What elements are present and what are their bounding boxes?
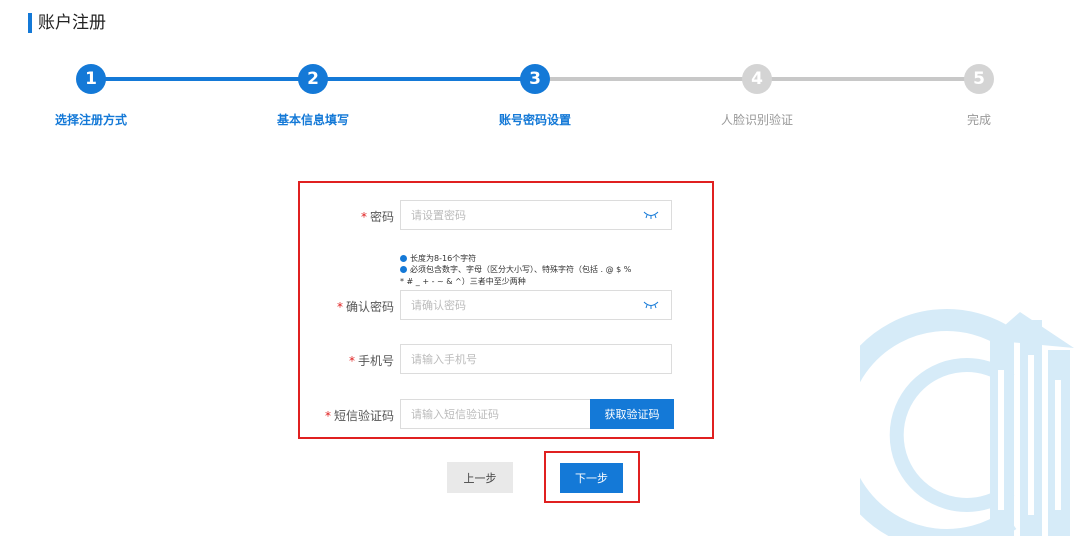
sms-code-field-box — [400, 399, 591, 429]
page-title: 账户注册 — [38, 13, 106, 33]
password-field-box — [400, 200, 672, 230]
step-connector-1 — [105, 77, 299, 81]
password-hint-2-text: 必须包含数字、字母（区分大小写）、特殊字符（包括 . @ $ % — [410, 265, 632, 274]
step-4-label: 人脸识别验证 — [720, 113, 794, 127]
phone-label-text: 手机号 — [357, 354, 394, 368]
prev-step-button[interactable]: 上一步 — [447, 462, 513, 493]
phone-label: * 手机号 — [294, 352, 394, 369]
title-accent-bar — [28, 13, 32, 33]
confirm-password-input[interactable] — [401, 297, 671, 313]
phone-input[interactable] — [401, 351, 671, 367]
confirm-password-field-box — [400, 290, 672, 320]
next-step-button[interactable]: 下一步 — [560, 463, 623, 493]
step-1-label: 选择注册方式 — [54, 113, 128, 127]
step-5-circle: 5 — [964, 64, 994, 94]
sms-code-input[interactable] — [401, 406, 590, 422]
password-hint-3: * # _ + - ~ & ^）三者中至少两种 — [400, 277, 526, 287]
registration-page: 账户注册 1 2 3 4 5 选择注册方式 基本信息填写 账号密码设置 人脸识别… — [0, 0, 1080, 536]
password-hint-1-text: 长度为8-16个字符 — [410, 254, 477, 263]
required-mark: * — [336, 300, 343, 314]
info-icon — [400, 255, 407, 262]
required-mark: * — [324, 409, 331, 423]
password-hint-3-text: * # _ + - ~ & ^）三者中至少两种 — [400, 277, 526, 286]
password-label: * 密码 — [294, 208, 394, 225]
step-3-label: 账号密码设置 — [498, 113, 572, 127]
password-input[interactable] — [401, 207, 671, 223]
step-5-label: 完成 — [966, 113, 992, 127]
password-hint-1: 长度为8-16个字符 — [400, 254, 476, 264]
step-1-circle: 1 — [76, 64, 106, 94]
required-mark: * — [360, 210, 367, 224]
emblem-watermark — [860, 309, 1074, 536]
step-2-circle: 2 — [298, 64, 328, 94]
confirm-password-label: * 确认密码 — [294, 298, 394, 315]
password-hint-2: 必须包含数字、字母（区分大小写）、特殊字符（包括 . @ $ % — [400, 265, 631, 275]
password-label-text: 密码 — [369, 210, 394, 224]
get-sms-code-button[interactable]: 获取验证码 — [590, 399, 674, 429]
info-icon — [400, 266, 407, 273]
step-connector-2 — [327, 77, 521, 81]
confirm-password-label-text: 确认密码 — [345, 300, 394, 314]
step-3-circle: 3 — [520, 64, 550, 94]
step-2-label: 基本信息填写 — [276, 113, 350, 127]
eye-closed-icon[interactable] — [643, 300, 659, 310]
step-connector-3 — [549, 77, 743, 81]
sms-code-label: * 短信验证码 — [294, 407, 394, 424]
required-mark: * — [348, 354, 355, 368]
step-connector-4 — [771, 77, 965, 81]
phone-field-box — [400, 344, 672, 374]
eye-closed-icon[interactable] — [643, 210, 659, 220]
sms-code-label-text: 短信验证码 — [333, 409, 394, 423]
page-header: 账户注册 — [28, 11, 106, 35]
step-4-circle: 4 — [742, 64, 772, 94]
